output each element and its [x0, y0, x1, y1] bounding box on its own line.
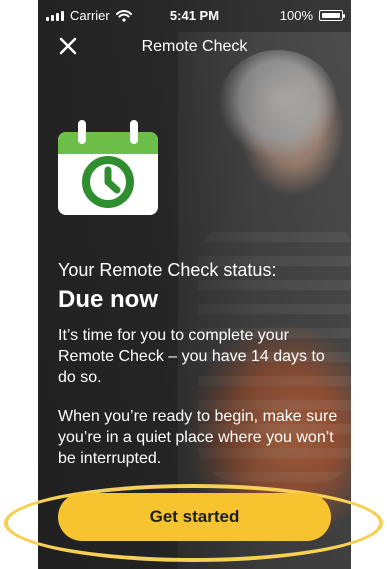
calendar-clock-icon: [58, 120, 158, 215]
status-bar: Carrier 5:41 PM 100%: [38, 0, 351, 30]
status-right: 100%: [279, 8, 345, 23]
status-label: Your Remote Check status:: [58, 260, 277, 280]
instruction-paragraph-1: It’s time for you to complete your Remot…: [58, 327, 325, 386]
status-value: Due now: [58, 286, 158, 313]
main-content: Your Remote Check status: Due now It’s t…: [58, 257, 338, 487]
get-started-button[interactable]: Get started: [58, 493, 331, 541]
battery-percent: 100%: [279, 8, 313, 23]
battery-icon: [319, 10, 345, 21]
instruction-paragraph-2: When you’re ready to begin, make sure yo…: [58, 408, 338, 467]
nav-bar: Remote Check: [38, 30, 351, 66]
cta-area: Get started: [0, 478, 387, 568]
page-title: Remote Check: [141, 38, 248, 55]
